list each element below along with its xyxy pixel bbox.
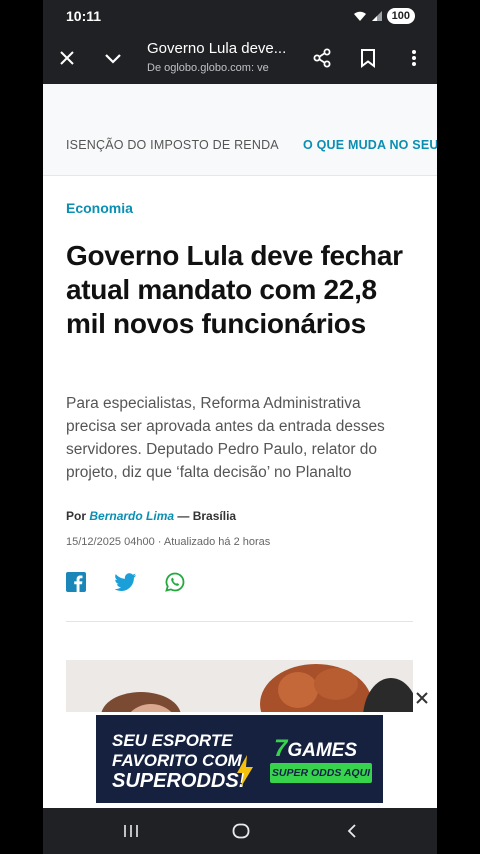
back-button[interactable] (340, 819, 364, 843)
battery-icon: 100 (386, 8, 415, 24)
close-icon (416, 692, 428, 704)
article-subtitle: Para especialistas, Reforma Administrati… (66, 395, 385, 481)
divider (66, 621, 413, 622)
ad-close-button[interactable] (412, 688, 432, 708)
facebook-icon (66, 572, 86, 592)
ad-headline: SEU ESPORTE FAVORITO COM SUPERODDS! (112, 731, 246, 792)
lightning-icon (237, 755, 253, 787)
share-icon (313, 48, 331, 68)
more-options-button[interactable] (400, 44, 428, 72)
article-headline: Governo Lula deve fechar atual mandato c… (66, 240, 403, 339)
author-link[interactable]: Bernardo Lima (89, 509, 174, 523)
twitter-icon (115, 573, 136, 591)
home-button[interactable] (229, 819, 253, 843)
article-photo (66, 660, 413, 712)
bookmark-button[interactable] (354, 44, 382, 72)
share-button[interactable] (308, 44, 336, 72)
close-tab-button[interactable] (53, 44, 81, 72)
close-icon (60, 51, 74, 65)
browser-toolbar: Governo Lula deve... De oglobo.globo.com… (43, 32, 437, 84)
recents-button[interactable] (119, 819, 143, 843)
byline-location: — Brasília (177, 509, 237, 523)
ad-line: SEU ESPORTE (112, 731, 233, 750)
dateline: 15/12/2025 04h00 · Atualizado há 2 horas (66, 536, 271, 548)
bookmark-icon (361, 49, 375, 68)
signal-icon (371, 11, 382, 21)
ad-logo: 7GAMES (274, 735, 357, 763)
share-twitter-button[interactable] (115, 571, 137, 593)
share-whatsapp-button[interactable] (164, 571, 186, 593)
status-time: 10:11 (66, 8, 102, 24)
tab-title[interactable]: Governo Lula deve... (147, 40, 286, 57)
recents-icon (124, 825, 138, 837)
ad-line: FAVORITO COM (112, 751, 242, 770)
wifi-icon (353, 11, 366, 21)
more-vert-icon (412, 50, 416, 66)
ad-cta-button[interactable]: SUPER ODDS AQUI (270, 763, 372, 783)
whatsapp-icon (165, 572, 185, 592)
ad-line: SUPERODDS! (112, 770, 246, 792)
chevron-down-icon (105, 54, 121, 64)
status-bar: 10:11 100 (43, 0, 437, 32)
web-page: ISENÇÃO DO IMPOSTO DE RENDA O QUE MUDA N… (43, 84, 437, 808)
battery-level: 100 (391, 10, 410, 22)
status-icons: 100 (353, 8, 415, 24)
photo-image (66, 660, 413, 712)
byline: Por Bernardo Lima — Brasília (66, 509, 236, 523)
share-facebook-button[interactable] (65, 571, 87, 593)
back-icon (347, 824, 356, 838)
phone-screen: 10:11 100 Governo Lula deve... De oglobo… (43, 0, 437, 854)
section-kicker[interactable]: Economia (66, 200, 133, 216)
home-icon (232, 823, 250, 839)
navigation-bar (43, 808, 437, 854)
minimize-tab-button[interactable] (99, 44, 127, 72)
topic-link[interactable]: O QUE MUDA NO SEU (303, 138, 437, 152)
ad-banner[interactable]: SEU ESPORTE FAVORITO COM SUPERODDS! 7GAM… (96, 715, 383, 803)
ad-logo-seven: 7 (274, 735, 288, 762)
byline-prefix: Por (66, 509, 87, 523)
topic-bar: ISENÇÃO DO IMPOSTO DE RENDA O QUE MUDA N… (43, 84, 437, 176)
topic-link[interactable]: ISENÇÃO DO IMPOSTO DE RENDA (66, 138, 279, 152)
ad-logo-text: GAMES (287, 740, 358, 761)
tab-url[interactable]: De oglobo.globo.com: ve (147, 62, 271, 74)
